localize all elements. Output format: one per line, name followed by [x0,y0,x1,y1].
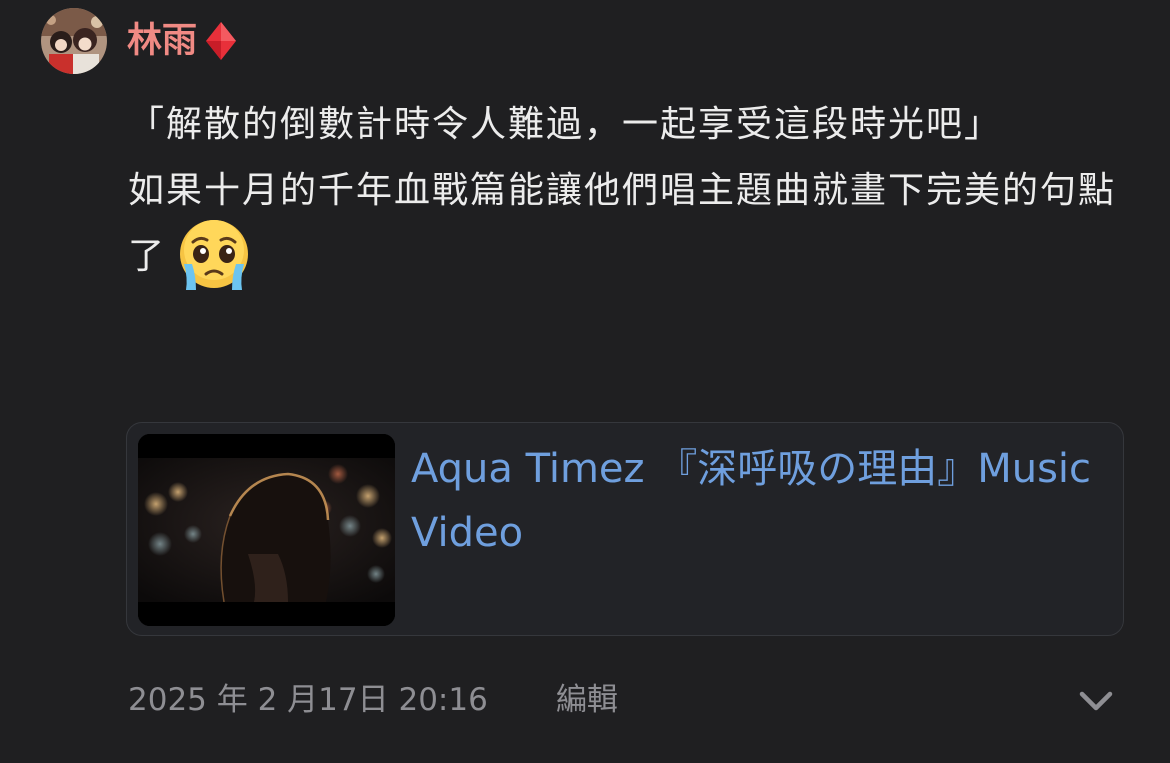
face-holding-back-tears-icon [176,216,254,292]
post-timestamp: 2025 年 2 月17日 20:16 [128,682,488,718]
avatar[interactable] [41,8,107,74]
post-header: 林雨 [41,8,237,74]
video-thumbnail-image [138,434,395,626]
author-name: 林雨 [127,20,198,61]
author-link[interactable]: 林雨 [127,21,237,61]
post-paragraph: 「解散的倒數計時令人難過，一起享受這段時光吧」 [128,104,1003,145]
post-paragraph-text: 如果十月的千年血戰篇能讓他們唱主題曲就畫下完美的句點了 [128,170,1117,277]
post: 林雨 「解散的倒數計時令人難過，一起享受這段時光吧」 如果十月的千年血戰篇能讓他… [0,0,1170,763]
post-footer: 2025 年 2 月17日 20:16 編輯 [128,680,618,720]
edit-button[interactable]: 編輯 [556,680,618,720]
post-paragraph: 如果十月的千年血戰篇能讓他們唱主題曲就畫下完美的句點了 [128,158,1118,292]
red-diamond-icon [205,21,237,61]
link-card-title: Aqua Timez 『深呼吸の理由』Music Video [411,446,1092,556]
chevron-down-icon[interactable] [1078,688,1114,714]
post-body: 「解散的倒數計時令人難過，一起享受這段時光吧」 如果十月的千年血戰篇能讓他們唱主… [128,92,1118,292]
link-preview-card[interactable]: Aqua Timez 『深呼吸の理由』Music Video [126,422,1124,636]
